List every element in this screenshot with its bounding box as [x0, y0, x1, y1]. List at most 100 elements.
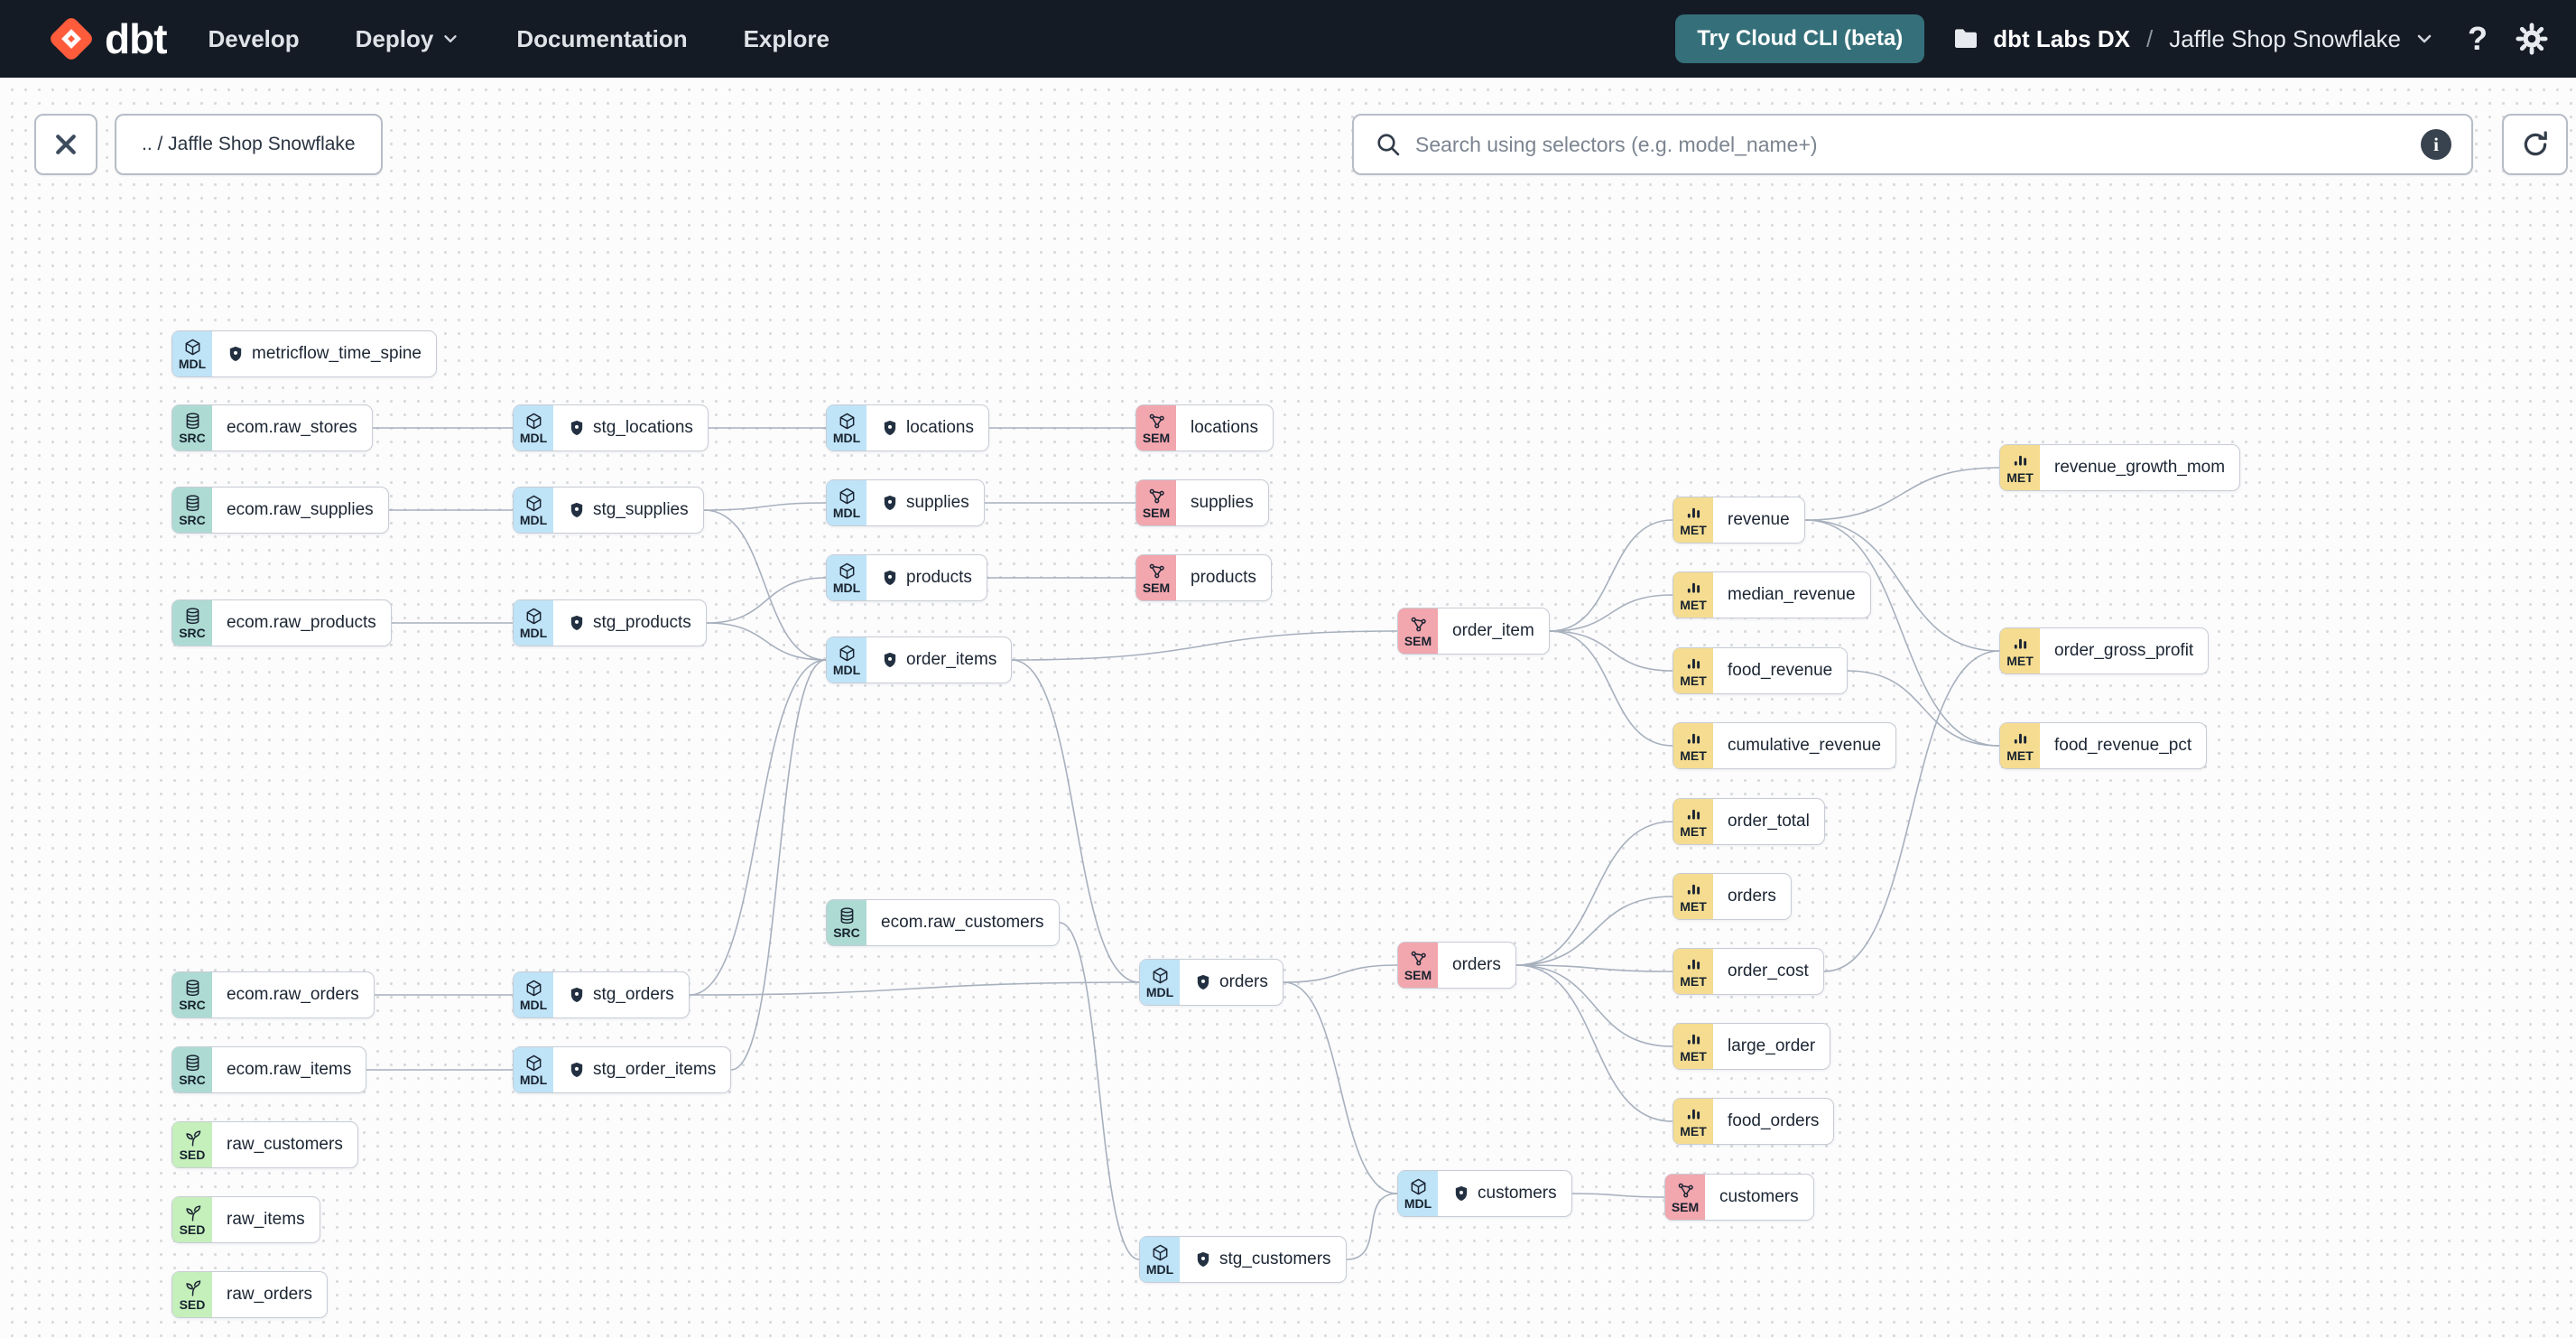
search-bar: i	[1352, 114, 2473, 175]
breadcrumb[interactable]: .. / Jaffle Shop Snowflake	[115, 114, 383, 175]
cube-icon	[1411, 1178, 1425, 1195]
account-name: dbt Labs DX	[1993, 24, 2130, 52]
node-name: stg_locations	[553, 405, 708, 451]
account-switcher[interactable]: dbt Labs DX / Jaffle Shop Snowflake	[1951, 24, 2435, 53]
metric-icon	[1687, 1034, 1700, 1045]
edge	[1059, 922, 1140, 1260]
help-icon[interactable]: ?	[2468, 20, 2488, 58]
node-mdl-stg-orders[interactable]: MDL stg_orders	[513, 971, 690, 1018]
node-sem-locations[interactable]: SEM locations	[1135, 404, 1274, 451]
node-sed-raw-orders[interactable]: SED raw_orders	[171, 1271, 329, 1318]
edge	[1823, 650, 2000, 972]
edge	[1283, 981, 1398, 1194]
node-name: supplies	[866, 480, 984, 525]
edge	[703, 502, 827, 511]
node-src-ecom-raw-orders[interactable]: SRC ecom.raw_orders	[171, 971, 375, 1018]
node-type-label: MET	[1680, 748, 1707, 763]
node-mdl-stg-supplies[interactable]: MDL stg_supplies	[513, 487, 704, 534]
search-input[interactable]	[1415, 132, 2408, 157]
try-cloud-cli-button[interactable]: Try Cloud CLI (beta)	[1675, 14, 1925, 63]
node-src-ecom-raw-stores[interactable]: SRC ecom.raw_stores	[171, 404, 373, 451]
node-type-label: MET	[1680, 674, 1707, 688]
node-name: locations	[1191, 418, 1258, 437]
node-sem-supplies[interactable]: SEM supplies	[1135, 479, 1269, 526]
gear-icon[interactable]	[2515, 22, 2549, 56]
met-type-badge: MET	[1673, 799, 1713, 844]
cube-icon	[526, 980, 541, 997]
node-mdl-order-items[interactable]: MDL order_items	[826, 636, 1013, 683]
info-icon[interactable]: i	[2421, 129, 2451, 160]
node-type-label: MET	[1680, 899, 1707, 914]
sem-type-badge: SEM	[1398, 943, 1438, 988]
node-mdl-customers[interactable]: MDL customers	[1397, 1170, 1572, 1217]
node-mdl-locations[interactable]: MDL locations	[826, 404, 989, 451]
node-sem-customers[interactable]: SEM customers	[1664, 1174, 1814, 1221]
node-met-revenue-growth-mom[interactable]: MET revenue_growth_mom	[1999, 444, 2241, 491]
cube-icon	[839, 645, 854, 662]
nav-item-develop[interactable]: Develop	[208, 25, 300, 53]
node-name: ecom.raw_supplies	[227, 500, 374, 519]
node-type-label: SRC	[179, 431, 206, 445]
node-name: customers	[1719, 1187, 1799, 1206]
node-sem-orders[interactable]: SEM orders	[1397, 942, 1516, 989]
node-met-revenue[interactable]: MET revenue	[1673, 497, 1805, 544]
nav-item-documentation[interactable]: Documentation	[516, 25, 687, 53]
node-met-food-revenue[interactable]: MET food_revenue	[1673, 647, 1849, 694]
node-met-order-cost[interactable]: MET order_cost	[1673, 948, 1824, 995]
navbar-right: Try Cloud CLI (beta) dbt Labs DX / Jaffl…	[1675, 14, 2549, 63]
shield-icon	[570, 615, 583, 630]
node-src-ecom-raw-items[interactable]: SRC ecom.raw_items	[171, 1046, 367, 1093]
node-type-label: MDL	[519, 626, 548, 640]
node-src-ecom-raw-customers[interactable]: SRC ecom.raw_customers	[826, 899, 1060, 946]
node-name: stg_order_items	[553, 1047, 730, 1092]
node-met-order-total[interactable]: MET order_total	[1673, 798, 1825, 845]
node-name: products	[1191, 568, 1256, 587]
cube-icon	[839, 562, 854, 580]
close-button[interactable]	[34, 114, 97, 175]
node-mdl-metricflow-time-spine[interactable]: MDL metricflow_time_spine	[171, 330, 437, 377]
database-icon	[840, 907, 853, 925]
node-met-food-revenue-pct[interactable]: MET food_revenue_pct	[1999, 722, 2208, 769]
node-src-ecom-raw-products[interactable]: SRC ecom.raw_products	[171, 599, 392, 646]
nav-item-explore[interactable]: Explore	[744, 25, 829, 53]
database-icon	[186, 413, 199, 430]
node-met-median-revenue[interactable]: MET median_revenue	[1673, 571, 1871, 618]
node-sem-order-item[interactable]: SEM order_item	[1397, 608, 1550, 655]
node-sed-raw-items[interactable]: SED raw_items	[171, 1196, 320, 1243]
node-met-food-orders[interactable]: MET food_orders	[1673, 1098, 1835, 1145]
node-mdl-stg-locations[interactable]: MDL stg_locations	[513, 404, 709, 451]
lineage-canvas[interactable]: .. / Jaffle Shop Snowflake i MDL metricfl…	[0, 78, 2576, 1338]
lineage-edges	[366, 427, 2000, 1260]
node-mdl-stg-products[interactable]: MDL stg_products	[513, 599, 707, 646]
project-name: Jaffle Shop Snowflake	[2169, 24, 2401, 52]
metric-icon	[2014, 733, 2026, 744]
sem-type-badge: SEM	[1398, 609, 1438, 654]
node-type-label: MDL	[1145, 1262, 1174, 1277]
edge	[1515, 964, 1673, 972]
nav-item-deploy[interactable]: Deploy	[356, 25, 461, 53]
node-mdl-supplies[interactable]: MDL supplies	[826, 479, 985, 526]
node-met-large-order[interactable]: MET large_order	[1673, 1023, 1831, 1070]
edge	[689, 659, 827, 996]
met-type-badge: MET	[2000, 628, 2040, 674]
shield-icon	[1197, 1251, 1209, 1267]
node-met-order-gross-profit[interactable]: MET order_gross_profit	[1999, 627, 2210, 674]
node-met-cumulative-revenue[interactable]: MET cumulative_revenue	[1673, 722, 1897, 769]
node-mdl-orders[interactable]: MDL orders	[1139, 959, 1283, 1006]
node-mdl-products[interactable]: MDL products	[826, 554, 987, 601]
node-sem-products[interactable]: SEM products	[1135, 554, 1272, 601]
node-type-label: SRC	[179, 1073, 206, 1087]
node-mdl-stg-customers[interactable]: MDL stg_customers	[1139, 1236, 1347, 1283]
cube-icon	[526, 413, 541, 430]
database-icon	[186, 495, 199, 512]
node-type-label: MDL	[1404, 1196, 1432, 1211]
refresh-button[interactable]	[2502, 114, 2568, 175]
node-src-ecom-raw-supplies[interactable]: SRC ecom.raw_supplies	[171, 487, 389, 534]
node-sed-raw-customers[interactable]: SED raw_customers	[171, 1121, 358, 1168]
node-type-label: MDL	[178, 357, 207, 371]
cube-icon	[1153, 967, 1167, 984]
node-met-orders[interactable]: MET orders	[1673, 873, 1792, 920]
node-mdl-stg-order-items[interactable]: MDL stg_order_items	[513, 1046, 732, 1093]
metric-icon	[1687, 733, 1700, 744]
dbt-logo[interactable]: dbt	[49, 14, 168, 63]
